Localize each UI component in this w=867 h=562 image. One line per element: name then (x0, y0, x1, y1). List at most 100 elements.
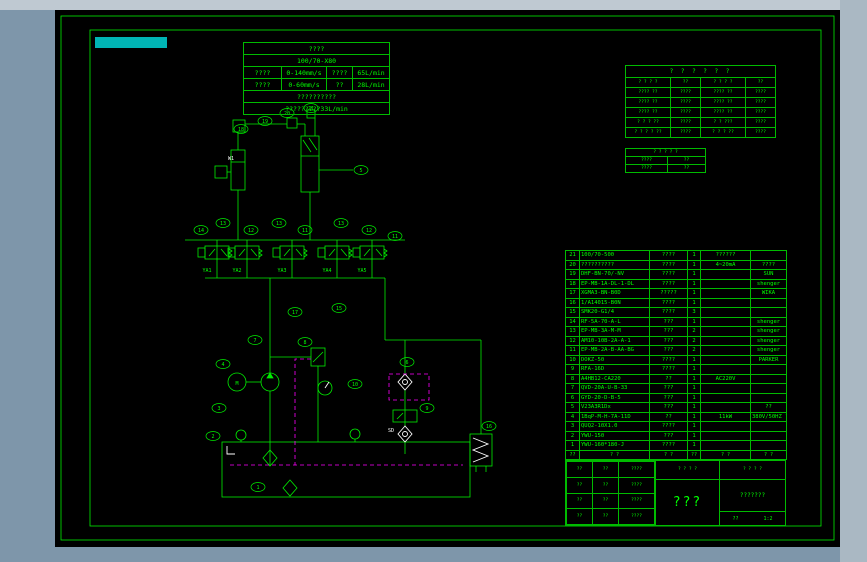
spec-cell: ???? (243, 78, 282, 91)
bom-item-qty: 1 (687, 278, 701, 289)
component-label-YA5: YA5 (357, 268, 366, 274)
bom-header-cell: ? ? (700, 450, 751, 460)
bom-item-note: 11kW (700, 411, 751, 422)
bom-item-name: ??? (649, 430, 688, 441)
info-cell: ???? ?? (700, 107, 746, 118)
bom-item-name: ???? (649, 421, 688, 432)
bom-row: 21 100/70-500 ???? 1 ?????? (565, 250, 787, 261)
balloon-text: 7 (253, 338, 256, 344)
bom-item-brand (750, 250, 787, 261)
bom-item-brand (750, 430, 787, 441)
bom-row: 6 GYD-20-D-B-5 ??? 1 (565, 392, 787, 403)
bom-item-qty: 1 (687, 250, 701, 261)
bom-item-note (700, 269, 751, 280)
bom-item-qty: 1 (687, 421, 701, 432)
info-cell: ???? ?? (700, 87, 746, 98)
info-cell: ? ? ? ?? (700, 127, 746, 138)
bom-item-code: RF-5A-70-A-L (579, 316, 650, 327)
bom-item-name: ???? (649, 297, 688, 308)
bom-item-qty: 1 (687, 373, 701, 384)
signature-cell: ?? (592, 476, 619, 494)
bom-item-name: ?? (649, 373, 688, 384)
signature-cell: ?? (566, 508, 593, 525)
balloon-text: 18 (238, 127, 244, 133)
info-cell: ? ? ? ? ?? (625, 127, 671, 138)
balloon-text: 19 (262, 119, 268, 125)
bom-row: 20 ?????????? ???? 1 4~20mA ???? (565, 259, 787, 270)
balloon-text: 14 (198, 228, 204, 234)
bom-item-name: ???? (649, 364, 688, 375)
bom-item-qty: 1 (687, 354, 701, 365)
signature-cell: ???? (618, 476, 655, 494)
signature-cell: ?? (592, 508, 619, 525)
bom-row: 15 SMK20-G1/4 ???? 3 (565, 307, 787, 318)
cad-drawing-canvas[interactable]: 18 19 20 21 5 14 13 12 13 11 13 12 11 17 15 7 8 4 3 2 1 6 9 10 1… (55, 10, 840, 547)
bom-item-note (700, 383, 751, 394)
bom-item-number: 10 (565, 354, 580, 365)
balloon-text: 1 (256, 485, 259, 491)
scale-value: 1:2 (763, 515, 773, 522)
bom-row: 7 QVD-20A-U-B-33 ??? 1 (565, 383, 787, 394)
balloon-text: 4 (221, 362, 224, 368)
bom-item-brand (750, 307, 787, 318)
bom-item-name: ???? (649, 307, 688, 318)
bom-item-code: AM10-10B-2A-A-1 (579, 335, 650, 346)
title-block: ?? ?? ???? ?? ?? ???? ?? ?? ???? ?? ?? ?… (565, 460, 786, 526)
bom-item-number: 1 (565, 440, 580, 451)
mini-cell: ???? (625, 164, 668, 173)
info-row: ???? ?? ???? ???? ?? ???? (625, 97, 776, 108)
check-valve-lower (397, 425, 413, 443)
bom-item-qty: 1 (687, 259, 701, 270)
bom-item-name: ??? (649, 345, 688, 356)
title-block-center: ? ? ? ? ??? (656, 461, 720, 525)
bom-item-number: 4 (565, 411, 580, 422)
mini-row: ???? ?? (625, 156, 707, 165)
bom-header-cell: ? ? (750, 450, 787, 460)
info-cell: ???? ?? (625, 107, 671, 118)
bom-item-brand (750, 297, 787, 308)
scale-row: ?? 1:2 (720, 511, 785, 525)
balloon-text: 3 (217, 406, 220, 412)
bom-item-qty: 2 (687, 335, 701, 346)
bom-row: 3 QUQ2-10X1.0 ???? 1 (565, 421, 787, 432)
spec-cell: 28L/min (351, 78, 391, 91)
balloon-text: 11 (302, 228, 308, 234)
scale-label: ?? (732, 515, 739, 522)
tank-fitting (226, 446, 235, 455)
bom-item-brand (750, 373, 787, 384)
bom-row: 12 AM10-10B-2A-A-1 ??? 2 shenger (565, 335, 787, 346)
bom-row: 13 EP-MB-3A-M-M ??? 2 shenger (565, 326, 787, 337)
bom-item-qty: 1 (687, 440, 701, 451)
component-label-YA2: YA2 (232, 268, 241, 274)
bom-item-number: 21 (565, 250, 580, 261)
bom-item-name: ??? (649, 402, 688, 413)
return-branch (384, 278, 482, 454)
mini-table: ? ? ? ? ? ???? ?? ???? ?? (624, 148, 707, 173)
bom-item-brand: shenger (750, 316, 787, 327)
info-cell: ???? (745, 107, 776, 118)
bom-item-note (700, 335, 751, 346)
bom-row: 19 DHF-BN-70/-NV ???? 1 SUN (565, 269, 787, 280)
bom-item-name: ??? (649, 326, 688, 337)
bom-item-name: ???? (649, 440, 688, 451)
bom-item-name: ???? (649, 269, 688, 280)
bom-item-qty: 1 (687, 392, 701, 403)
signature-row: ?? ?? ???? (566, 492, 655, 510)
bom-item-number: 6 (565, 392, 580, 403)
bom-row: 4 1BqP-M-H-7A-11D ?? 1 11kW 380V/50HZ ?? (565, 411, 787, 422)
bom-item-note (700, 421, 751, 432)
bom-item-name: ????? (649, 288, 688, 299)
bom-item-qty: 1 (687, 269, 701, 280)
bom-item-qty: 1 (687, 288, 701, 299)
bom-item-qty: 1 (687, 383, 701, 394)
balloon-text: 5 (359, 168, 362, 174)
bom-item-number: 11 (565, 345, 580, 356)
signature-cell: ???? (618, 461, 655, 478)
bom-item-note (700, 402, 751, 413)
heater-zigzag (471, 437, 490, 463)
balloon-text: 13 (220, 221, 226, 227)
bom-item-code: GYD-20-D-B-5 (579, 392, 650, 403)
info-cell: ???? (670, 87, 701, 98)
bom-item-name: ??? (649, 335, 688, 346)
bom-item-note (700, 440, 751, 451)
